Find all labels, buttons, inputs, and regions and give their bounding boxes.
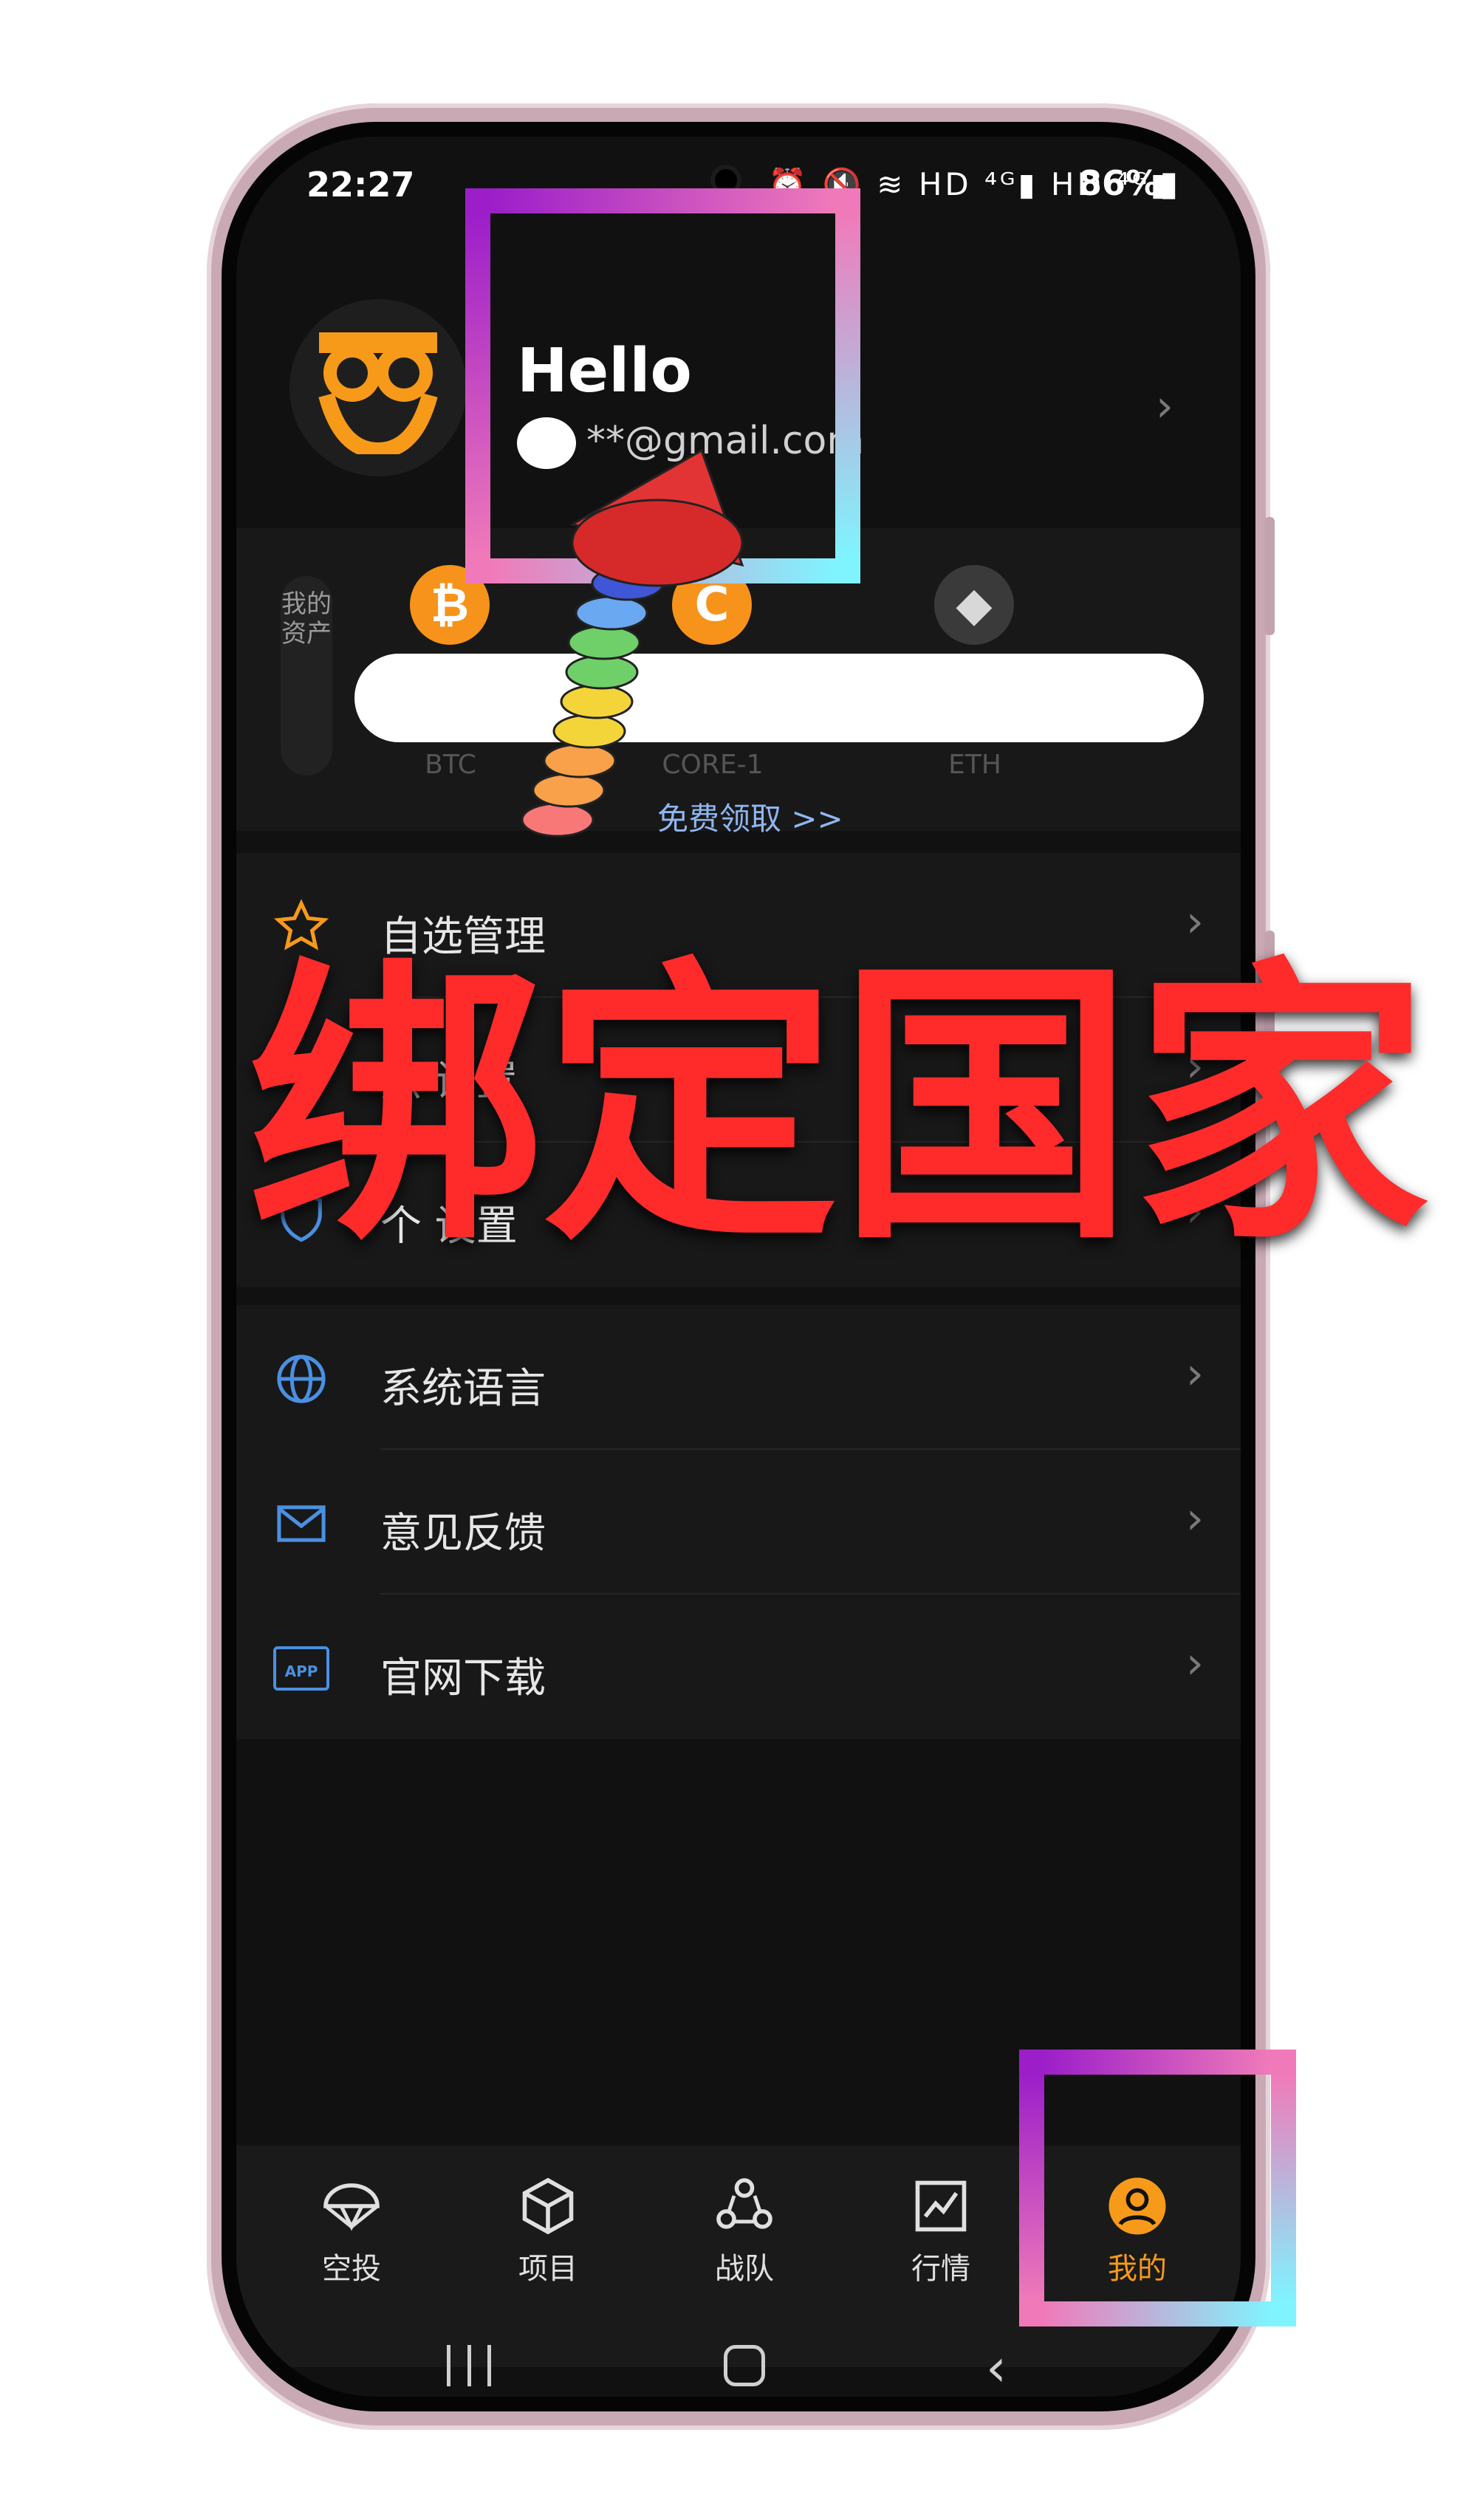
menu-item-language[interactable]: 系统语言 › xyxy=(236,1305,1241,1450)
highlight-box-mine-tab xyxy=(1019,2050,1296,2326)
home-button[interactable] xyxy=(724,2345,765,2386)
avatar[interactable] xyxy=(289,299,467,476)
mascot-logo-icon xyxy=(318,332,438,454)
app-icon: APP xyxy=(273,1646,329,1691)
menu-item-download[interactable]: APP 官网下载 › xyxy=(236,1595,1241,1739)
volume-button xyxy=(1264,517,1275,635)
parachute-icon xyxy=(323,2183,380,2231)
eth-coin-icon: ◆ xyxy=(934,565,1014,645)
chevron-right-icon: › xyxy=(1186,1493,1204,1544)
globe-icon xyxy=(277,1355,326,1403)
coin-label-btc: BTC xyxy=(425,750,476,780)
tab-market[interactable]: 行情 xyxy=(882,2175,1000,2287)
status-time: 22:27 xyxy=(306,165,415,205)
redaction-scribble xyxy=(354,654,1204,742)
overlay-title: 绑定国家 xyxy=(247,936,1429,1279)
tab-projects[interactable]: 项目 xyxy=(489,2175,607,2287)
chart-icon xyxy=(915,2180,967,2232)
chevron-right-icon: › xyxy=(1156,380,1173,432)
assets-tab[interactable]: 我的资产 xyxy=(281,576,332,775)
back-button[interactable]: ‹ xyxy=(986,2338,1007,2397)
pointer-arrow-icon xyxy=(521,448,744,838)
team-icon xyxy=(716,2178,772,2229)
menu-section-2: 系统语言 › 意见反馈 › APP 官网下载 › xyxy=(236,1305,1241,1739)
chevron-right-icon: › xyxy=(1186,1348,1204,1400)
mail-icon xyxy=(277,1505,326,1542)
system-nav-bar: ‹ xyxy=(236,2323,1241,2397)
tab-airdrop[interactable]: 空投 xyxy=(292,2175,411,2287)
coin-label-eth: ETH xyxy=(948,750,1001,780)
chevron-right-icon: › xyxy=(1186,1637,1204,1689)
recents-button[interactable] xyxy=(447,2345,491,2386)
menu-item-feedback[interactable]: 意见反馈 › xyxy=(236,1450,1241,1595)
tab-team[interactable]: 战队 xyxy=(685,2175,803,2287)
cube-icon xyxy=(522,2177,574,2235)
battery-level: 86%▮ xyxy=(1078,163,1179,203)
